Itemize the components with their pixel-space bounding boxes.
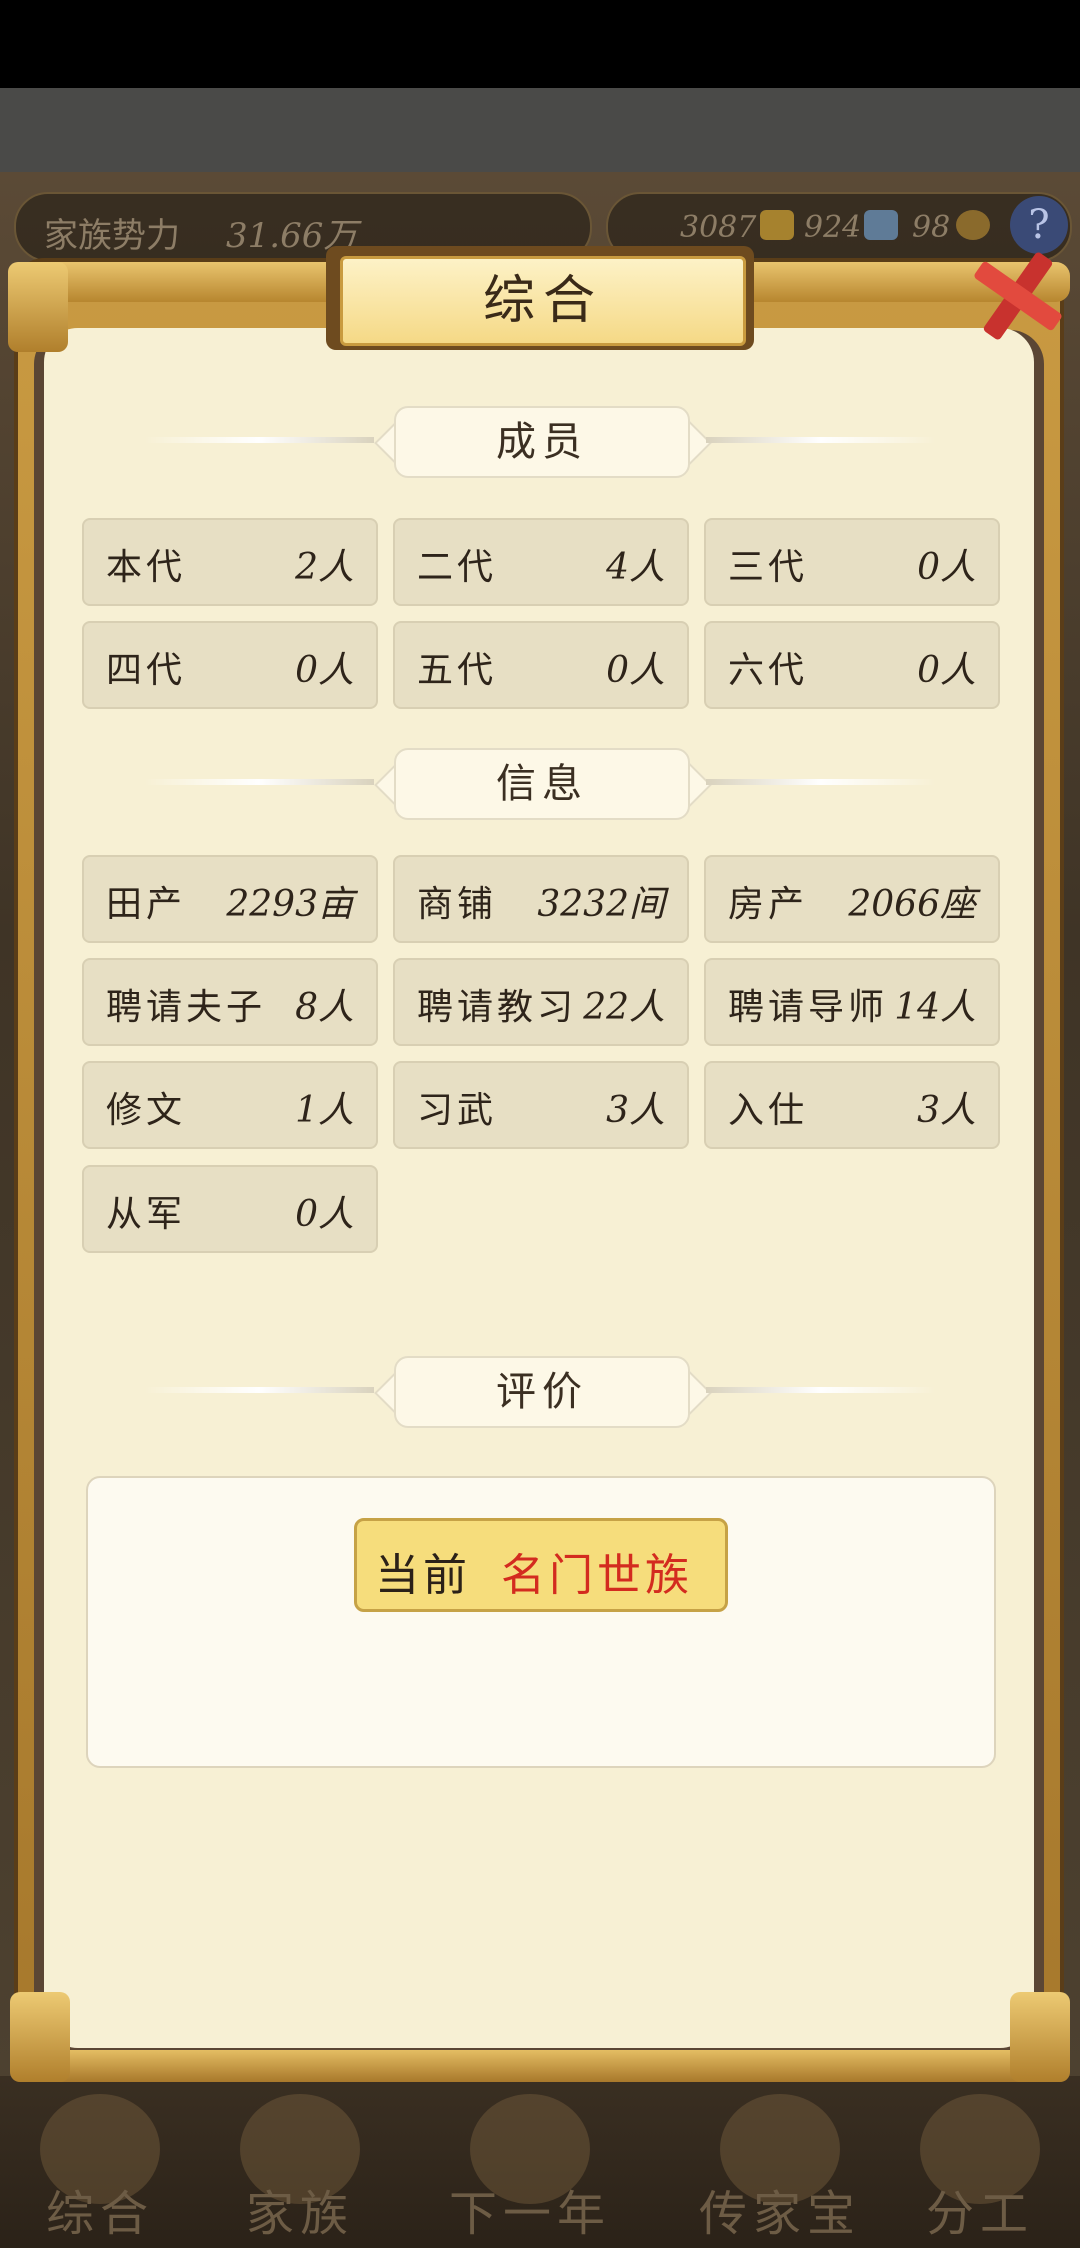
section-header-info: 信息 xyxy=(144,748,936,820)
divider xyxy=(144,779,374,785)
panel-title: 综合 xyxy=(340,256,746,346)
member-stat: 二代 4人 xyxy=(393,518,689,606)
section-title: 成员 xyxy=(394,406,690,478)
stat-value: 3232间 xyxy=(537,884,665,925)
top-band xyxy=(0,88,1080,172)
member-stat: 四代 0人 xyxy=(82,621,378,709)
stat-value: 0人 xyxy=(606,650,665,691)
stat-label: 聘请导师 xyxy=(728,987,889,1028)
copper-coin-icon xyxy=(956,210,990,240)
stat-label: 聘请教习 xyxy=(417,987,578,1028)
close-button[interactable] xyxy=(958,238,1068,348)
nav-item-heirloom[interactable]: 传家宝 xyxy=(680,2076,880,2248)
info-stat: 房产 2066座 xyxy=(704,855,1000,943)
nav-item-next-year[interactable]: 下一年 xyxy=(430,2076,630,2248)
stat-label: 六代 xyxy=(728,650,809,691)
stat-value: 2人 xyxy=(295,547,354,588)
stat-value: 0人 xyxy=(295,1194,354,1235)
stat-value: 0人 xyxy=(917,650,976,691)
rank-label: 当前 xyxy=(375,1550,471,1601)
influence-label: 家族势力 xyxy=(44,216,180,256)
divider xyxy=(706,1387,936,1393)
stat-value: 0人 xyxy=(917,547,976,588)
nav-item-summary[interactable]: 综合 xyxy=(0,2076,200,2248)
stat-value: 4人 xyxy=(606,547,665,588)
member-stat: 六代 0人 xyxy=(704,621,1000,709)
gold-ingot-icon xyxy=(760,210,794,240)
frame-corner-bottom-left xyxy=(10,1992,70,2082)
nav-label: 家族 xyxy=(245,2186,354,2242)
nav-label: 综合 xyxy=(45,2186,154,2242)
stat-value: 2293亩 xyxy=(226,884,354,925)
stat-label: 商铺 xyxy=(417,884,498,925)
stat-label: 田产 xyxy=(106,884,187,925)
frame-corner-top-left xyxy=(8,262,68,352)
info-stat: 修文 1人 xyxy=(82,1061,378,1149)
info-stat: 聘请教习 22人 xyxy=(393,958,689,1046)
silver-ingot-icon xyxy=(864,210,898,240)
stat-label: 修文 xyxy=(106,1090,187,1131)
copper-value: 98 xyxy=(912,210,951,245)
member-stat: 本代 2人 xyxy=(82,518,378,606)
stat-label: 从军 xyxy=(106,1194,187,1235)
stat-label: 聘请夫子 xyxy=(106,987,267,1028)
nav-label: 分工 xyxy=(925,2186,1034,2242)
stat-label: 习武 xyxy=(417,1090,498,1131)
stat-value: 1人 xyxy=(295,1090,354,1131)
section-title: 信息 xyxy=(394,748,690,820)
rank-value: 名门世族 xyxy=(501,1550,693,1601)
divider xyxy=(706,779,936,785)
nav-label: 传家宝 xyxy=(698,2186,861,2242)
section-title: 评价 xyxy=(394,1356,690,1428)
info-stat: 入仕 3人 xyxy=(704,1061,1000,1149)
stat-value: 14人 xyxy=(894,987,976,1028)
member-stat: 三代 0人 xyxy=(704,518,1000,606)
rank-badge: 当前 名门世族 xyxy=(354,1518,728,1612)
nav-item-division[interactable]: 分工 xyxy=(880,2076,1080,2248)
section-header-members: 成员 xyxy=(144,406,936,478)
stat-value: 3人 xyxy=(606,1090,665,1131)
stat-value: 3人 xyxy=(917,1090,976,1131)
stat-value: 22人 xyxy=(583,987,665,1028)
info-stat: 聘请导师 14人 xyxy=(704,958,1000,1046)
gold-value: 3087 xyxy=(680,210,757,245)
frame-corner-bottom-right xyxy=(1010,1992,1070,2082)
stat-label: 二代 xyxy=(417,547,498,588)
stat-label: 入仕 xyxy=(728,1090,809,1131)
stat-value: 2066座 xyxy=(848,884,976,925)
bottom-nav: 综合 家族 下一年 传家宝 分工 xyxy=(0,2076,1080,2248)
close-icon-stroke xyxy=(972,260,1064,332)
nav-label: 下一年 xyxy=(448,2186,611,2242)
stat-label: 本代 xyxy=(106,547,187,588)
frame-bottom-rail xyxy=(18,2050,1060,2082)
stat-value: 0人 xyxy=(295,650,354,691)
divider xyxy=(144,1387,374,1393)
info-stat: 田产 2293亩 xyxy=(82,855,378,943)
member-stat: 五代 0人 xyxy=(393,621,689,709)
divider xyxy=(706,437,936,443)
info-stat: 聘请夫子 8人 xyxy=(82,958,378,1046)
divider xyxy=(144,437,374,443)
stat-value: 8人 xyxy=(295,987,354,1028)
section-header-evaluation: 评价 xyxy=(144,1356,936,1428)
silver-value: 924 xyxy=(804,210,862,245)
stat-label: 房产 xyxy=(728,884,809,925)
stat-label: 五代 xyxy=(417,650,498,691)
info-stat: 从军 0人 xyxy=(82,1165,378,1253)
stat-label: 三代 xyxy=(728,547,809,588)
nav-item-family[interactable]: 家族 xyxy=(200,2076,400,2248)
stat-label: 四代 xyxy=(106,650,187,691)
system-status-bar xyxy=(0,0,1080,88)
info-stat: 习武 3人 xyxy=(393,1061,689,1149)
info-stat: 商铺 3232间 xyxy=(393,855,689,943)
